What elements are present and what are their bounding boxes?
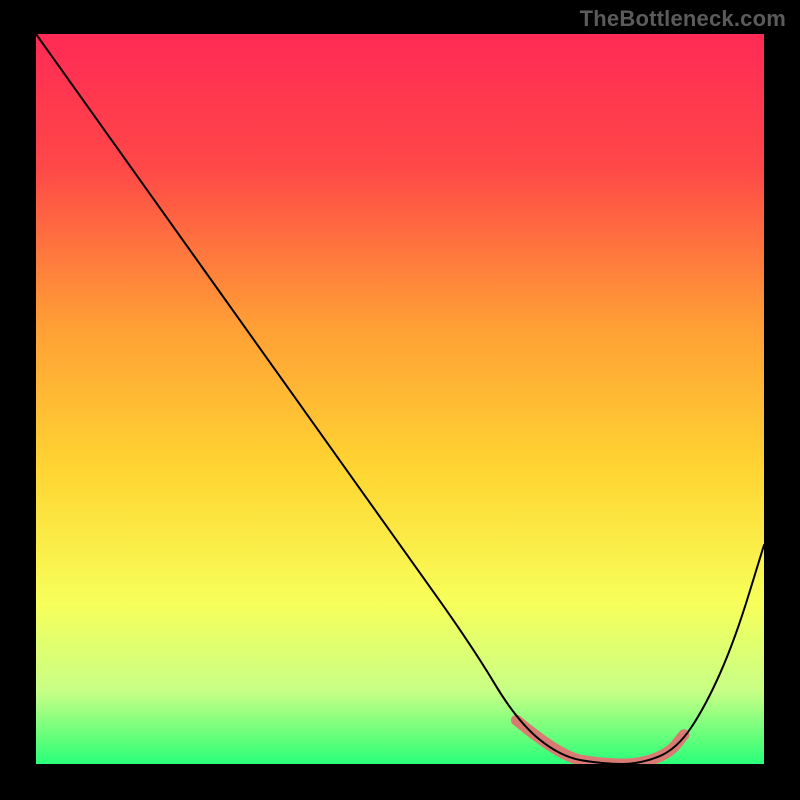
plot-area bbox=[36, 34, 764, 764]
chart-svg bbox=[36, 34, 764, 764]
watermark-text: TheBottleneck.com bbox=[580, 6, 786, 32]
gradient-rect bbox=[36, 34, 764, 764]
chart-stage: TheBottleneck.com bbox=[0, 0, 800, 800]
